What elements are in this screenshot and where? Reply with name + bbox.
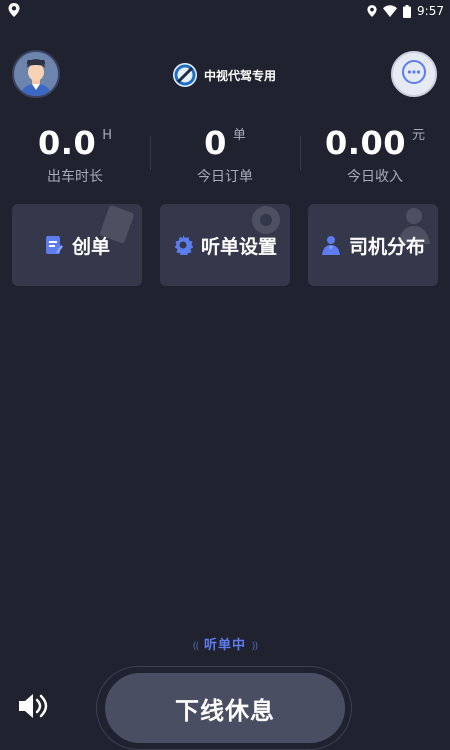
stat-today-income: 0.00 元 今日收入	[300, 124, 450, 190]
driver-person-icon	[321, 235, 341, 255]
wave-right-icon: ))	[251, 641, 259, 652]
chat-button[interactable]	[391, 51, 437, 97]
stat-unit: H	[102, 128, 112, 143]
driver-distribution-button[interactable]: 司机分布	[308, 204, 438, 286]
stat-value: 0	[204, 124, 227, 162]
stats-row: 0.0 H 出车时长 0 单 今日订单 0.00 元 今日收入	[0, 124, 450, 190]
status-right: 9:57	[367, 4, 444, 18]
stat-value: 0.0	[38, 124, 97, 162]
avatar-icon	[14, 52, 58, 96]
status-time: 9:57	[417, 4, 444, 18]
stat-unit: 元	[411, 128, 425, 143]
create-order-icon	[44, 235, 64, 255]
stat-today-orders: 0 单 今日订单	[150, 124, 300, 190]
watermark-icon	[96, 204, 136, 248]
stat-label: 今日收入	[347, 169, 403, 185]
create-order-button[interactable]: 创单	[12, 204, 142, 286]
stat-online-hours: 0.0 H 出车时长	[0, 124, 150, 190]
brand-name: 中视代驾专用	[204, 68, 277, 83]
driver-avatar[interactable]	[12, 50, 60, 98]
stat-label: 出车时长	[47, 169, 103, 185]
brand: 中视代驾专用	[172, 62, 276, 88]
listening-text: 听单中	[203, 638, 246, 653]
stat-unit: 单	[232, 128, 246, 143]
stat-value: 0.00	[325, 124, 406, 162]
location-icon	[367, 5, 377, 17]
speaker-icon	[16, 694, 48, 726]
order-settings-button[interactable]: 听单设置	[160, 204, 290, 286]
action-cards: 创单 听单设置 司机分布	[12, 204, 438, 286]
brand-logo-icon	[172, 62, 198, 88]
header: 中视代驾专用	[0, 50, 450, 100]
go-offline-button[interactable]: 下线休息	[105, 673, 345, 743]
watermark-icon	[240, 204, 284, 252]
stat-label: 今日订单	[197, 169, 253, 185]
chat-bubble-icon	[401, 59, 427, 89]
battery-icon	[403, 4, 412, 18]
settings-gear-icon	[173, 235, 193, 255]
wifi-icon	[383, 5, 398, 17]
location-icon	[8, 2, 20, 20]
watermark-icon	[388, 204, 432, 252]
status-bar: 9:57	[0, 0, 450, 22]
wave-left-icon: ((	[192, 641, 200, 652]
sound-toggle-button[interactable]	[16, 690, 48, 722]
listening-status: (( 听单中 ))	[0, 634, 450, 653]
